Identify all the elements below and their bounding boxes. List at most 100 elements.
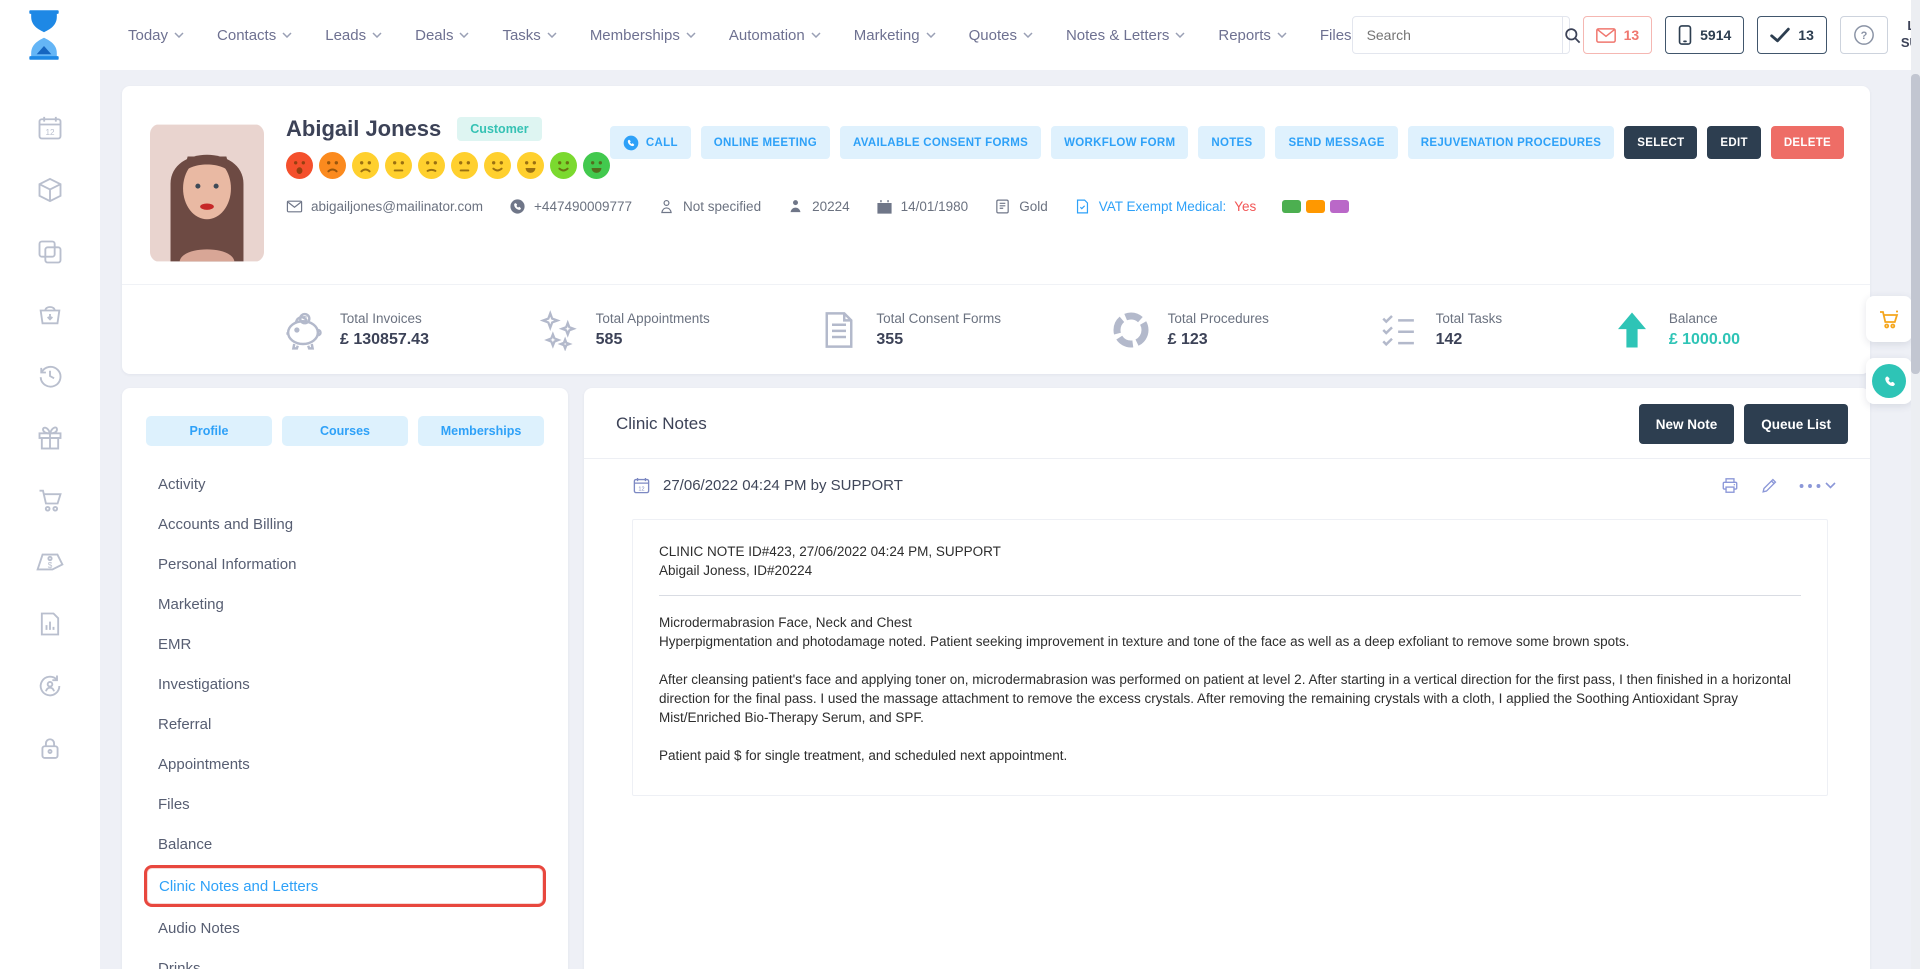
chevron-down-icon <box>926 32 936 38</box>
select-button[interactable]: SELECT <box>1624 126 1697 159</box>
top-bar: Today Contacts Leads Deals Tasks Members… <box>0 0 1920 70</box>
note-paragraph: After cleansing patient's face and apply… <box>659 670 1801 727</box>
menu-item-balance[interactable]: Balance <box>122 824 568 864</box>
history-icon[interactable] <box>36 362 64 390</box>
messages-count: 13 <box>1624 27 1640 43</box>
menu-item-activity[interactable]: Activity <box>122 464 568 504</box>
chevron-down-icon <box>174 32 184 38</box>
cart-icon[interactable] <box>36 486 64 514</box>
mood-pleased-icon[interactable] <box>484 152 511 179</box>
label-swatch-orange[interactable] <box>1306 200 1325 213</box>
menu-item-personal-information[interactable]: Personal Information <box>122 544 568 584</box>
search-button[interactable] <box>1562 17 1582 53</box>
customer-labels <box>1282 200 1349 213</box>
nav-item-deals[interactable]: Deals <box>415 27 469 44</box>
print-button[interactable] <box>1720 476 1740 495</box>
more-options-button[interactable] <box>1799 482 1836 489</box>
menu-item-audio-notes[interactable]: Audio Notes <box>122 908 568 948</box>
workflow-form-button[interactable]: WORKFLOW FORM <box>1051 126 1188 159</box>
sparkles-icon <box>538 309 580 351</box>
customer-email[interactable]: abigailjones@mailinator.com <box>286 198 483 215</box>
menu-item-accounts-and-billing[interactable]: Accounts and Billing <box>122 504 568 544</box>
menu-item-appointments[interactable]: Appointments <box>122 744 568 784</box>
edit-button[interactable]: EDIT <box>1707 126 1760 159</box>
membership-card-icon <box>994 198 1011 215</box>
tasks-count: 13 <box>1798 27 1814 43</box>
svg-text:?: ? <box>1861 30 1868 42</box>
hourglass-logo-icon[interactable] <box>22 9 66 61</box>
nav-item-contacts[interactable]: Contacts <box>217 27 292 44</box>
svg-text:12: 12 <box>638 486 644 492</box>
tasks-badge[interactable]: 13 <box>1757 16 1827 54</box>
label-swatch-green[interactable] <box>1282 200 1301 213</box>
nav-item-files[interactable]: Files <box>1320 27 1352 44</box>
customer-dob: 14/01/1980 <box>876 198 969 215</box>
mood-displeased-icon[interactable] <box>418 152 445 179</box>
call-button[interactable]: CALL <box>610 126 691 159</box>
report-icon[interactable] <box>36 610 64 638</box>
menu-item-clinic-notes-and-letters[interactable]: Clinic Notes and Letters <box>144 865 546 907</box>
edit-note-button[interactable] <box>1760 476 1779 495</box>
menu-item-files[interactable]: Files <box>122 784 568 824</box>
nav-item-tasks[interactable]: Tasks <box>502 27 556 44</box>
mood-happy-icon[interactable] <box>517 152 544 179</box>
nav-item-reports[interactable]: Reports <box>1218 27 1287 44</box>
header-right: 13 5914 13 ? LONDON SUPPORT <box>1352 13 1920 57</box>
mood-very-happy-icon[interactable] <box>550 152 577 179</box>
scrollbar-thumb[interactable] <box>1911 74 1920 374</box>
duplicate-icon[interactable] <box>36 238 64 266</box>
account-sync-icon[interactable] <box>36 672 64 700</box>
mood-slightly-unhappy-icon[interactable] <box>385 152 412 179</box>
rejuvenation-procedures-button[interactable]: REJUVENATION PROCEDURES <box>1408 126 1615 159</box>
chevron-down-icon <box>686 32 696 38</box>
menu-item-referral[interactable]: Referral <box>122 704 568 744</box>
menu-item-emr[interactable]: EMR <box>122 624 568 664</box>
tab-memberships[interactable]: Memberships <box>418 416 544 446</box>
page-scrollbar[interactable] <box>1911 0 1920 969</box>
chevron-down-icon <box>811 32 821 38</box>
nav-item-leads[interactable]: Leads <box>325 27 382 44</box>
nav-item-today[interactable]: Today <box>128 27 184 44</box>
mood-unhappy-icon[interactable] <box>352 152 379 179</box>
package-icon[interactable] <box>36 176 64 204</box>
mood-delighted-icon[interactable] <box>583 152 610 179</box>
quick-call-button[interactable] <box>1866 358 1912 404</box>
svg-text:$: $ <box>48 561 53 570</box>
gift-icon[interactable] <box>36 424 64 452</box>
calls-badge[interactable]: 5914 <box>1665 16 1744 54</box>
delete-button[interactable]: DELETE <box>1771 126 1844 159</box>
mood-very-angry-icon[interactable] <box>286 152 313 179</box>
customer-phone[interactable]: +447490009777 <box>509 198 632 215</box>
send-message-button[interactable]: SEND MESSAGE <box>1275 126 1397 159</box>
nav-item-memberships[interactable]: Memberships <box>590 27 696 44</box>
profile-photo[interactable] <box>150 124 264 262</box>
label-swatch-purple[interactable] <box>1330 200 1349 213</box>
mood-neutral-icon[interactable] <box>451 152 478 179</box>
online-meeting-button[interactable]: ONLINE MEETING <box>701 126 830 159</box>
stat-total-tasks: Total Tasks142 <box>1378 309 1503 351</box>
menu-item-investigations[interactable]: Investigations <box>122 664 568 704</box>
notes-button[interactable]: NOTES <box>1198 126 1265 159</box>
new-note-button[interactable]: New Note <box>1639 404 1735 444</box>
note-paragraph: Hyperpigmentation and photodamage noted.… <box>659 632 1801 651</box>
price-tag-icon[interactable]: $ <box>36 548 64 576</box>
tab-courses[interactable]: Courses <box>282 416 408 446</box>
menu-item-marketing[interactable]: Marketing <box>122 584 568 624</box>
messages-badge[interactable]: 13 <box>1583 16 1653 54</box>
help-button[interactable]: ? <box>1840 16 1888 54</box>
search-input[interactable] <box>1353 17 1562 53</box>
available-consent-forms-button[interactable]: AVAILABLE CONSENT FORMS <box>840 126 1041 159</box>
mood-angry-icon[interactable] <box>319 152 346 179</box>
quick-sale-cart-button[interactable] <box>1866 296 1912 342</box>
nav-item-notes-letters[interactable]: Notes & Letters <box>1066 27 1185 44</box>
nav-item-automation[interactable]: Automation <box>729 27 821 44</box>
tab-profile[interactable]: Profile <box>146 416 272 446</box>
calendar-icon[interactable]: 12 <box>36 114 64 142</box>
document-check-icon <box>1074 198 1091 215</box>
queue-list-button[interactable]: Queue List <box>1744 404 1848 444</box>
nav-item-quotes[interactable]: Quotes <box>969 27 1033 44</box>
menu-item-drinks[interactable]: Drinks <box>122 948 568 969</box>
lock-icon[interactable] <box>36 734 64 762</box>
nav-item-marketing[interactable]: Marketing <box>854 27 936 44</box>
basket-icon[interactable] <box>36 300 64 328</box>
